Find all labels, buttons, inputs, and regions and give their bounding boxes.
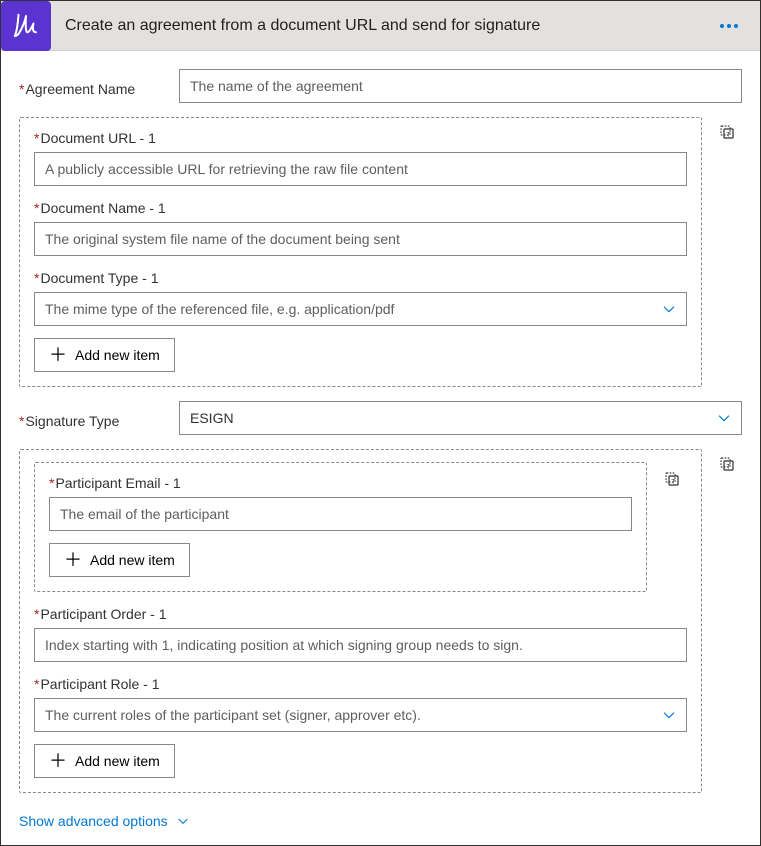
svg-text:T: T xyxy=(726,132,730,139)
adobe-sign-icon xyxy=(1,1,51,51)
card-body: *Agreement Name T *Document URL - 1 xyxy=(1,51,760,845)
array-toggle-icon[interactable]: T xyxy=(718,455,736,473)
signature-type-select[interactable]: ESIGN xyxy=(179,401,742,435)
document-items-group: *Document URL - 1 *Document Name - 1 *Do… xyxy=(19,117,702,387)
agreement-name-input[interactable] xyxy=(179,69,742,103)
card-title: Create an agreement from a document URL … xyxy=(65,17,714,35)
more-options-button[interactable] xyxy=(714,20,744,32)
plus-icon: ＋ xyxy=(49,346,67,364)
participant-items-group: T *Participant Email - 1 ＋ Add new it xyxy=(19,449,702,793)
svg-text:T: T xyxy=(726,464,730,471)
document-name-label: *Document Name - 1 xyxy=(34,200,687,216)
participant-order-input[interactable] xyxy=(34,628,687,662)
svg-text:T: T xyxy=(671,479,675,486)
array-toggle-icon[interactable]: T xyxy=(718,123,736,141)
array-toggle-icon[interactable]: T xyxy=(663,470,681,488)
signature-type-label: *Signature Type xyxy=(19,407,179,429)
add-participant-email-button[interactable]: ＋ Add new item xyxy=(49,543,190,577)
add-participant-item-button[interactable]: ＋ Add new item xyxy=(34,744,175,778)
plus-icon: ＋ xyxy=(49,752,67,770)
document-url-input[interactable] xyxy=(34,152,687,186)
document-type-label: *Document Type - 1 xyxy=(34,270,687,286)
action-card: Create an agreement from a document URL … xyxy=(0,0,761,846)
agreement-name-row: *Agreement Name xyxy=(19,69,742,103)
plus-icon: ＋ xyxy=(64,551,82,569)
document-name-input[interactable] xyxy=(34,222,687,256)
participant-email-input[interactable] xyxy=(49,497,632,531)
participant-email-group: *Participant Email - 1 ＋ Add new item xyxy=(34,462,647,592)
participant-role-label: *Participant Role - 1 xyxy=(34,676,687,692)
add-document-item-button[interactable]: ＋ Add new item xyxy=(34,338,175,372)
document-url-label: *Document URL - 1 xyxy=(34,130,687,146)
required-asterisk: * xyxy=(19,81,24,97)
participant-email-label: *Participant Email - 1 xyxy=(49,475,632,491)
participant-order-label: *Participant Order - 1 xyxy=(34,606,687,622)
signature-type-row: *Signature Type ESIGN xyxy=(19,401,742,435)
show-advanced-options-link[interactable]: Show advanced options xyxy=(19,813,190,829)
agreement-name-label: *Agreement Name xyxy=(19,75,179,97)
card-header: Create an agreement from a document URL … xyxy=(1,1,760,51)
participant-role-select[interactable]: The current roles of the participant set… xyxy=(34,698,687,732)
document-type-select[interactable]: The mime type of the referenced file, e.… xyxy=(34,292,687,326)
chevron-down-icon xyxy=(176,814,190,828)
